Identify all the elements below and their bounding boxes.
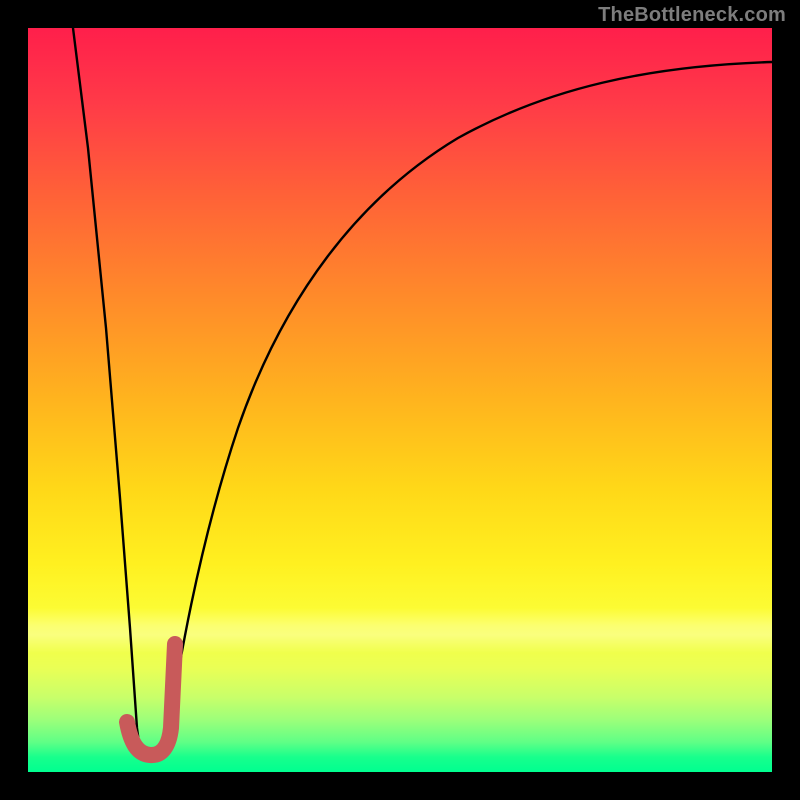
bottleneck-curve-right [164,62,772,758]
curve-layer [28,28,772,772]
chart-frame: TheBottleneck.com [0,0,800,800]
bottleneck-curve-left [73,28,141,758]
watermark-text: TheBottleneck.com [598,4,786,27]
plot-area [28,28,772,772]
